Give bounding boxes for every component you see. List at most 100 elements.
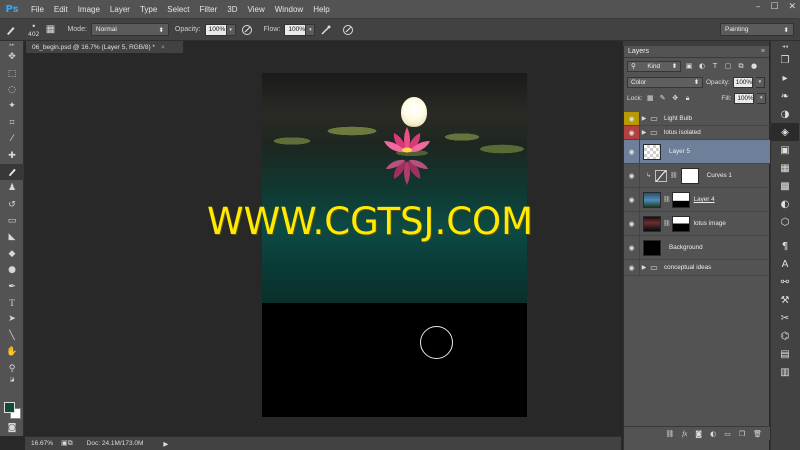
layer-background[interactable]: ◉ Background	[624, 236, 770, 260]
status-menu-arrow-icon[interactable]: ▶	[163, 440, 168, 448]
properties-panel-icon[interactable]: ¶	[771, 237, 799, 255]
navigator-panel-icon[interactable]: ✂	[771, 309, 799, 327]
mask-link-icon[interactable]: ⛓	[670, 172, 678, 179]
pressure-size-icon[interactable]	[340, 22, 356, 38]
pen-tool-icon[interactable]: ✒	[0, 278, 24, 294]
blur-tool-icon[interactable]: ◆	[0, 246, 24, 262]
menu-layer[interactable]: Layer	[105, 5, 135, 14]
styles-panel-icon[interactable]: ▩	[771, 177, 799, 195]
filter-adjustment-icon[interactable]: ◐	[697, 61, 707, 71]
layer-lotus-isolated[interactable]: ◉ ▶ ▭ lotus isolated	[624, 126, 770, 140]
fill-dropdown-icon[interactable]: ▾	[757, 92, 767, 104]
default-colors-icon[interactable]: ◪	[0, 377, 24, 383]
dodge-tool-icon[interactable]: ●	[0, 262, 24, 278]
color-panel-icon[interactable]: ◑	[771, 105, 799, 123]
filter-kind-select[interactable]: ⚲ Kind ⬍	[627, 60, 681, 72]
filter-smart-object-icon[interactable]: ⧉	[736, 61, 746, 71]
quick-mask-icon[interactable]: ◙	[0, 420, 24, 436]
airbrush-icon[interactable]	[318, 22, 334, 38]
history-panel-icon[interactable]: ❐	[771, 51, 799, 69]
link-layers-icon[interactable]: ⛓	[665, 430, 674, 438]
menu-view[interactable]: View	[243, 5, 270, 14]
menu-window[interactable]: Window	[270, 5, 308, 14]
visibility-eye-icon[interactable]: ◉	[624, 164, 640, 187]
expand-triangle-icon[interactable]: ▶	[640, 115, 648, 122]
actions-panel-icon[interactable]: ▸	[771, 69, 799, 87]
lock-transparent-icon[interactable]: ▦	[646, 93, 655, 103]
layers-panel-tab[interactable]: Layers ≡	[624, 46, 769, 58]
healing-brush-tool-icon[interactable]: ✚	[0, 147, 24, 163]
filter-type-icon[interactable]: T	[710, 61, 720, 71]
collapse-arrows-icon[interactable]: ▸▸	[0, 41, 24, 49]
crop-tool-icon[interactable]: ⌗	[0, 115, 24, 131]
layer-style-icon[interactable]: fx	[682, 430, 687, 438]
eyedropper-tool-icon[interactable]: ⁄	[0, 131, 24, 147]
filter-toggle-icon[interactable]: ●	[749, 61, 759, 71]
pressure-opacity-icon[interactable]	[239, 22, 255, 38]
minimize-button[interactable]: –	[756, 2, 761, 12]
lock-position-icon[interactable]: ✥	[670, 93, 679, 103]
adjustments-panel-icon[interactable]: ◐	[771, 195, 799, 213]
zoom-tool-icon[interactable]: ⚲	[0, 360, 24, 376]
menu-select[interactable]: Select	[162, 5, 194, 14]
fill-field[interactable]: 100%	[734, 92, 755, 104]
brush-tool-preset-icon[interactable]	[3, 22, 19, 38]
visibility-eye-icon[interactable]: ◉	[624, 126, 640, 139]
add-mask-icon[interactable]: ◙	[695, 430, 702, 438]
tool-presets-icon[interactable]: ⚒	[771, 291, 799, 309]
mask-link-icon[interactable]: ⛓	[663, 220, 671, 227]
delete-layer-icon[interactable]: 🗑︎	[753, 430, 762, 438]
menu-3d[interactable]: 3D	[222, 5, 242, 14]
brush-panel-toggle-icon[interactable]: ▦	[42, 22, 58, 38]
layer-conceptual-ideas[interactable]: ◉ ▶ ▭ conceptual ideas	[624, 260, 770, 276]
paint-bucket-tool-icon[interactable]: ◣	[0, 229, 24, 245]
path-selection-tool-icon[interactable]: ➤	[0, 311, 24, 327]
visibility-eye-icon[interactable]: ◉	[624, 212, 640, 235]
info-panel-icon[interactable]: ▤	[771, 345, 799, 363]
brush-tool-icon[interactable]	[0, 163, 24, 181]
timeline-panel-icon[interactable]: ⌬	[771, 327, 799, 345]
close-document-icon[interactable]: ×	[161, 44, 165, 51]
flow-dropdown-icon[interactable]: ▾	[306, 23, 316, 36]
layer-layer-4[interactable]: ◉ ⛓ Layer 4	[624, 188, 770, 212]
magic-wand-tool-icon[interactable]: ✦	[0, 98, 24, 114]
opacity-dropdown-icon[interactable]: ▾	[226, 23, 236, 36]
filter-pixel-icon[interactable]: ▣	[684, 61, 694, 71]
menu-image[interactable]: Image	[73, 5, 105, 14]
menu-type[interactable]: Type	[135, 5, 162, 14]
type-tool-icon[interactable]: T	[0, 295, 24, 311]
expand-triangle-icon[interactable]: ▶	[640, 264, 648, 271]
brush-size-picker[interactable]: • 402	[28, 22, 39, 38]
layer-opacity-field[interactable]: 100%	[732, 76, 753, 88]
visibility-eye-icon[interactable]: ◉	[624, 260, 640, 275]
expand-panels-icon[interactable]: ◂◂	[771, 41, 799, 51]
visibility-eye-icon[interactable]: ◉	[624, 188, 640, 211]
menu-file[interactable]: File	[26, 5, 49, 14]
layer-light-bulb[interactable]: ◉ ▶ ▭ Light Bulb	[624, 112, 770, 126]
opacity-field[interactable]: 100%	[204, 23, 227, 36]
status-options-icon[interactable]: ▣⧉	[61, 439, 73, 448]
visibility-eye-icon[interactable]: ◉	[624, 140, 640, 163]
layers-panel-icon[interactable]: ◈	[771, 123, 799, 141]
zoom-level[interactable]: 16.67%	[31, 440, 53, 447]
visibility-eye-icon[interactable]: ◉	[624, 112, 640, 125]
line-tool-icon[interactable]: ╲	[0, 328, 24, 344]
filter-shape-icon[interactable]: ▢	[723, 61, 733, 71]
menu-help[interactable]: Help	[308, 5, 334, 14]
swatches-panel-icon[interactable]: ▦	[771, 159, 799, 177]
new-adjustment-icon[interactable]: ◐	[710, 430, 716, 438]
foreground-color-swatch[interactable]	[4, 402, 15, 413]
lock-all-icon[interactable]: 🔒︎	[683, 93, 692, 103]
move-tool-icon[interactable]: ✥	[0, 49, 24, 65]
clone-source-icon[interactable]: ⚯	[771, 273, 799, 291]
paths-panel-icon[interactable]: ⬡	[771, 213, 799, 231]
mask-link-icon[interactable]: ⛓	[663, 196, 671, 203]
marquee-tool-icon[interactable]: ⬚	[0, 65, 24, 81]
workspace-select[interactable]: Painting ⬍	[720, 23, 794, 36]
blend-mode-select[interactable]: Color ⬍	[627, 76, 703, 88]
brush-presets-icon[interactable]: ❧	[771, 87, 799, 105]
mode-select[interactable]: Normal ⬍	[90, 23, 169, 36]
maximize-button[interactable]: ☐	[770, 2, 778, 12]
layer-layer-5[interactable]: ◉ Layer 5	[624, 140, 770, 164]
panel-menu-icon[interactable]: ≡	[761, 48, 765, 55]
